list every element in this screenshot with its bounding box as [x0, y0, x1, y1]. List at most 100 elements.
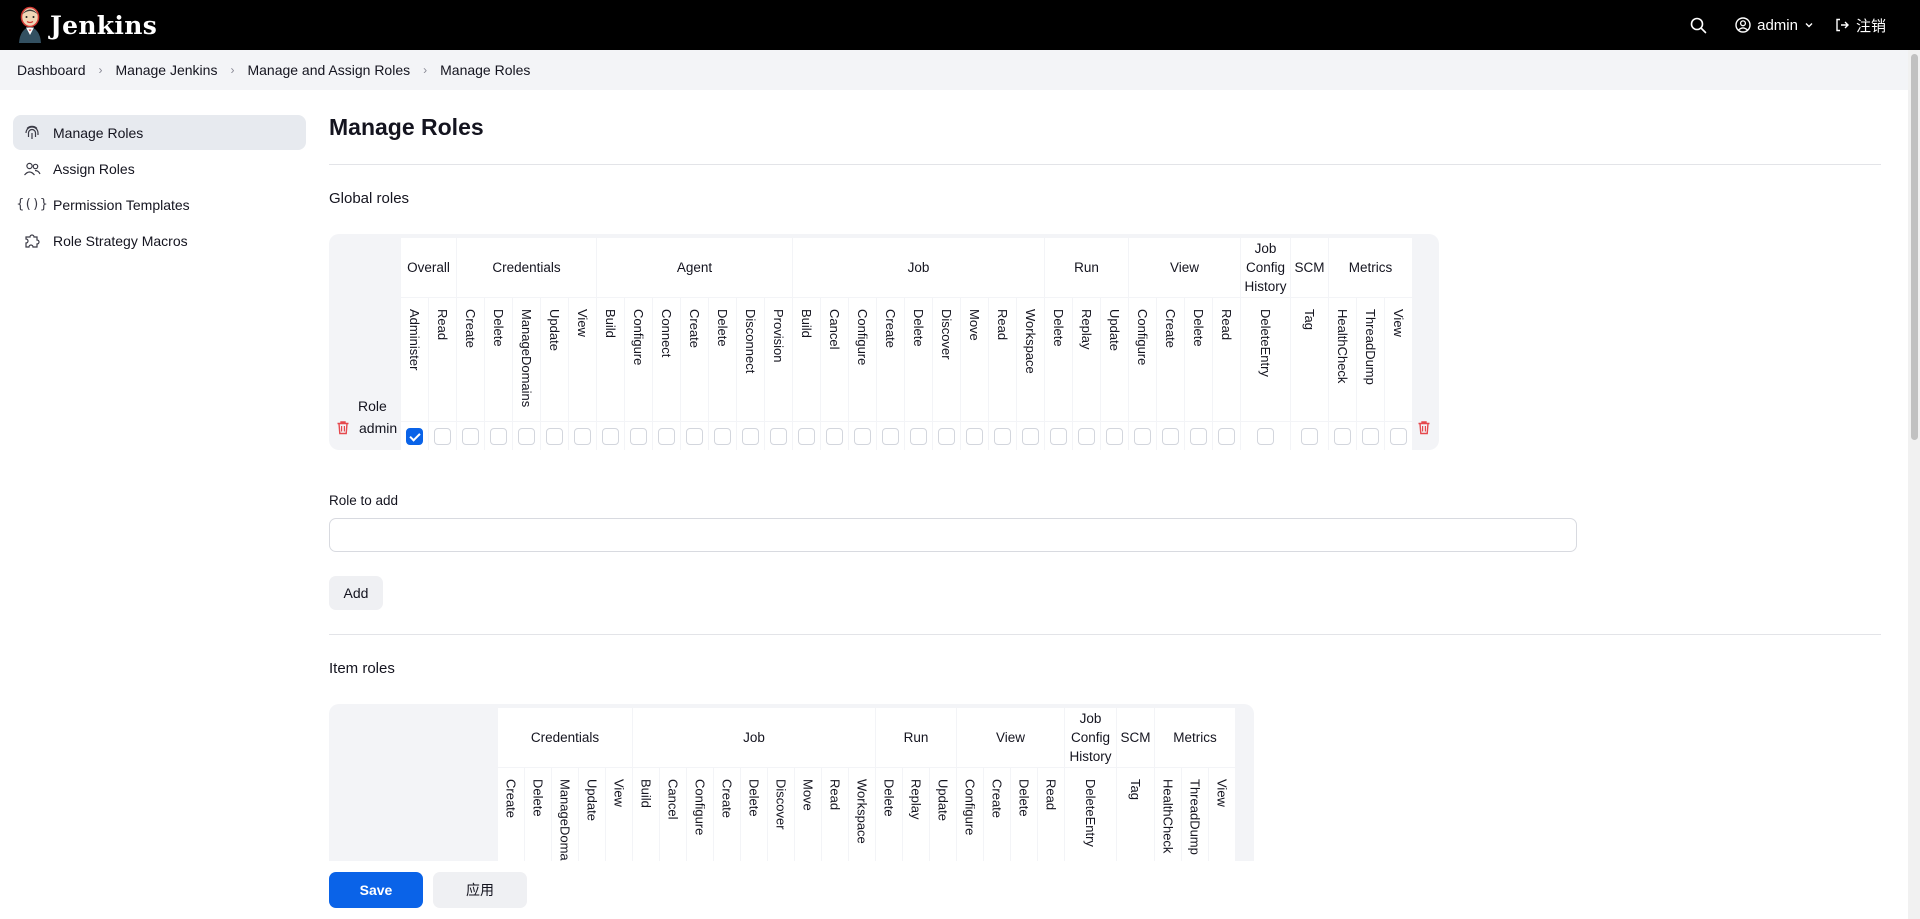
permission-header-run-update: Update	[930, 768, 956, 870]
permission-header-scm-tag: Tag	[1291, 298, 1328, 421]
item-roles-title: Item roles	[329, 660, 395, 677]
permission-checkbox-admin-agent-connect[interactable]	[658, 427, 675, 445]
add-role-button[interactable]: Add	[329, 576, 383, 610]
search-button[interactable]	[1690, 17, 1707, 34]
permission-checkbox-admin-overall-read[interactable]	[434, 427, 451, 445]
permission-header-credentials-create: Create	[457, 298, 484, 421]
breadcrumb: Dashboard › Manage Jenkins › Manage and …	[0, 50, 1908, 90]
sidebar-item-role-strategy-macros[interactable]: Role Strategy Macros	[13, 223, 306, 258]
permission-cell	[849, 422, 876, 450]
permission-header-credentials-delete: Delete	[525, 768, 551, 870]
permission-group-credentials: Credentials	[457, 238, 596, 297]
jenkins-butler-logo-icon	[16, 6, 44, 44]
role-to-add-input[interactable]	[329, 518, 1577, 552]
permission-checkbox-admin-job-create[interactable]	[882, 427, 899, 445]
permission-label: View	[575, 309, 590, 337]
sidebar-item-manage-roles[interactable]: Manage Roles	[13, 115, 306, 150]
permission-label: Create	[719, 779, 735, 819]
permission-group-metrics: Metrics	[1155, 708, 1235, 767]
permission-checkbox-admin-agent-build[interactable]	[602, 427, 619, 445]
permission-cell	[793, 422, 820, 450]
permission-checkbox-admin-view-delete[interactable]	[1190, 427, 1207, 445]
permission-checkbox-admin-job-move[interactable]	[966, 427, 983, 445]
permission-checkbox-admin-agent-create[interactable]	[686, 427, 703, 445]
scrollbar-thumb[interactable]	[1911, 54, 1918, 440]
permission-group-view: View	[957, 708, 1064, 767]
delete-role-trash-icon[interactable]	[336, 420, 350, 435]
permission-checkbox-admin-credentials-delete[interactable]	[490, 427, 507, 445]
permission-header-agent-configure: Configure	[625, 298, 652, 421]
permission-checkbox-admin-agent-provision[interactable]	[770, 427, 787, 445]
permission-checkbox-admin-credentials-create[interactable]	[462, 427, 479, 445]
permission-label: Delete	[530, 779, 546, 817]
permission-checkbox-admin-metrics-healthcheck[interactable]	[1334, 427, 1351, 445]
permission-checkbox-admin-agent-disconnect[interactable]	[742, 427, 759, 445]
permission-checkbox-admin-job-config-history-deleteentry[interactable]	[1257, 427, 1274, 445]
breadcrumb-manage-roles[interactable]: Manage Roles	[440, 62, 530, 78]
bottom-app-bar	[0, 861, 1908, 919]
page-scrollbar[interactable]	[1908, 50, 1920, 919]
permission-checkbox-admin-metrics-view[interactable]	[1390, 427, 1407, 445]
permission-group-job: Job	[793, 238, 1044, 297]
permission-group-job-config-history: Job Config History	[1241, 238, 1290, 297]
permission-checkbox-admin-view-configure[interactable]	[1134, 427, 1151, 445]
page-title: Manage Roles	[329, 114, 484, 140]
permission-cell	[1129, 422, 1156, 450]
user-menu[interactable]: admin	[1735, 17, 1814, 34]
permission-header-credentials-view: View	[606, 768, 632, 870]
permission-checkbox-admin-agent-configure[interactable]	[630, 427, 647, 445]
permission-label: Configure	[692, 779, 708, 836]
sidebar-item-assign-roles[interactable]: Assign Roles	[13, 151, 306, 186]
permission-label: Delete	[715, 309, 730, 347]
permission-checkbox-admin-scm-tag[interactable]	[1301, 427, 1318, 445]
permission-checkbox-admin-overall-administer[interactable]	[406, 427, 423, 445]
permission-label: HealthCheck	[1335, 309, 1350, 384]
permission-header-credentials-delete: Delete	[485, 298, 512, 421]
permission-header-metrics-healthcheck: HealthCheck	[1329, 298, 1356, 421]
role-to-add-label: Role to add	[329, 493, 399, 508]
permission-checkbox-admin-view-read[interactable]	[1218, 427, 1235, 445]
permission-checkbox-admin-credentials-view[interactable]	[574, 427, 591, 445]
permission-checkbox-admin-credentials-update[interactable]	[546, 427, 563, 445]
permission-label: ManageDomains	[557, 779, 573, 870]
permission-group-overall: Overall	[401, 238, 456, 297]
permission-checkbox-admin-job-build[interactable]	[798, 427, 815, 445]
permission-checkbox-admin-agent-delete[interactable]	[714, 427, 731, 445]
breadcrumb-manage-jenkins[interactable]: Manage Jenkins	[116, 62, 218, 78]
permission-cell	[457, 422, 484, 450]
permission-checkbox-admin-job-discover[interactable]	[938, 427, 955, 445]
permission-checkbox-admin-job-cancel[interactable]	[826, 427, 843, 445]
permission-cell	[1329, 422, 1356, 450]
save-button[interactable]: Save	[329, 872, 423, 908]
permission-header-job-read: Read	[989, 298, 1016, 421]
permission-cell	[1291, 422, 1328, 450]
permission-checkbox-admin-job-read[interactable]	[994, 427, 1011, 445]
permission-label: Move	[967, 309, 982, 341]
logout-link[interactable]: 注销	[1834, 15, 1886, 36]
permission-checkbox-admin-run-replay[interactable]	[1078, 427, 1095, 445]
permission-label: Administer	[407, 309, 422, 371]
permission-checkbox-admin-view-create[interactable]	[1162, 427, 1179, 445]
permission-checkbox-admin-job-workspace[interactable]	[1022, 427, 1039, 445]
delete-role-trash-icon[interactable]	[1417, 420, 1431, 435]
jenkins-logo-link[interactable]: Jenkins	[16, 6, 157, 44]
permission-header-view-read: Read	[1038, 768, 1064, 870]
permission-header-job-build: Build	[793, 298, 820, 421]
permission-cell	[541, 422, 568, 450]
permission-group-view: View	[1129, 238, 1240, 297]
permission-checkbox-admin-credentials-managedomains[interactable]	[518, 427, 535, 445]
permission-header-job-configure: Configure	[687, 768, 713, 870]
apply-button[interactable]: 应用	[433, 872, 527, 908]
breadcrumb-dashboard[interactable]: Dashboard	[17, 62, 86, 78]
breadcrumb-manage-and-assign-roles[interactable]: Manage and Assign Roles	[247, 62, 410, 78]
permission-checkbox-admin-run-update[interactable]	[1106, 427, 1123, 445]
permission-checkbox-admin-metrics-threaddump[interactable]	[1362, 427, 1379, 445]
permission-checkbox-admin-run-delete[interactable]	[1050, 427, 1067, 445]
permission-header-run-delete: Delete	[1045, 298, 1072, 421]
sidebar-item-permission-templates[interactable]: {()} Permission Templates	[13, 187, 306, 222]
permission-header-credentials-update: Update	[579, 768, 605, 870]
permission-checkbox-admin-job-delete[interactable]	[910, 427, 927, 445]
permission-label: Create	[883, 309, 898, 349]
permission-label: DeleteEntry	[1083, 779, 1098, 847]
permission-checkbox-admin-job-configure[interactable]	[854, 427, 871, 445]
